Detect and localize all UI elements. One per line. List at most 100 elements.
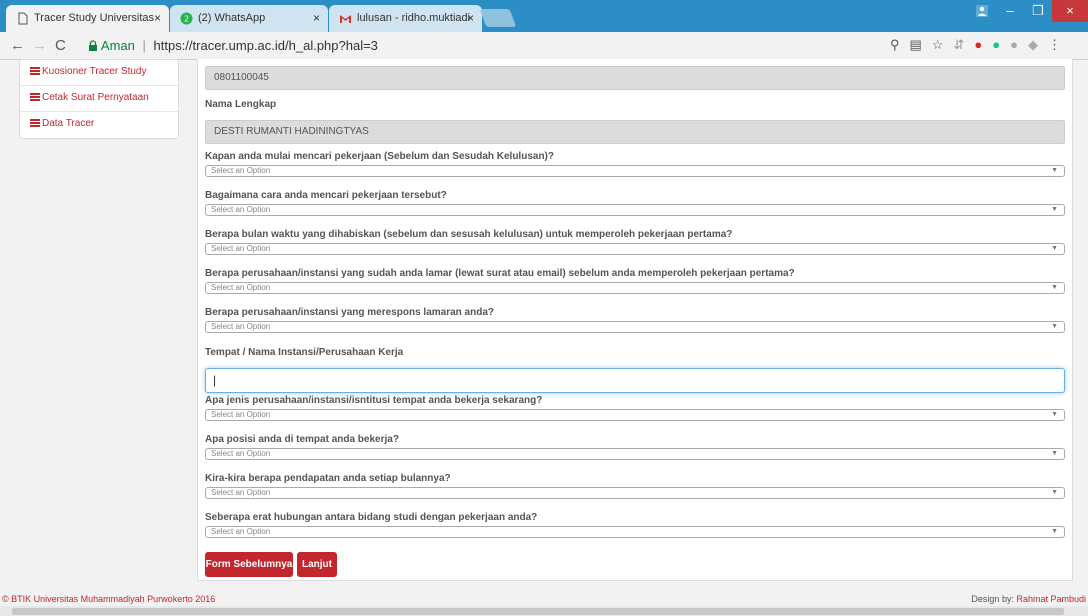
dropdown-arrow-icon: ▼ [1051, 245, 1058, 252]
secure-label: Aman [100, 38, 135, 53]
question-label: Berapa bulan waktu yang dihabiskan (sebe… [205, 229, 733, 240]
select-field[interactable]: Select an Option ▼ [205, 204, 1065, 216]
extension-icon[interactable]: ⇵ [953, 37, 964, 53]
tab-tracer-study[interactable]: Tracer Study Universitas × [6, 5, 169, 32]
scrollbar-thumb[interactable] [12, 608, 1064, 615]
dropdown-arrow-icon: ▼ [1051, 489, 1058, 496]
menu-bars-icon [30, 93, 40, 101]
tempat-input[interactable]: | [205, 368, 1065, 393]
select-placeholder: Select an Option [211, 527, 271, 536]
menu-bars-icon [30, 67, 40, 75]
zoom-icon[interactable]: ⚲ [890, 37, 900, 53]
url-text: https://tracer.ump.ac.id/h_al.php?hal=3 [153, 38, 378, 53]
extension-icons: ⚲ ▤ ☆ ⇵ ● ● ● ◆ ⋮ [890, 37, 1061, 53]
footer-credit: Design by: Rahmat Pambudi [971, 594, 1086, 604]
tab-label: lulusan - ridho.muktiadi [357, 12, 471, 24]
dropdown-arrow-icon: ▼ [1051, 450, 1058, 457]
bookmark-star-icon[interactable]: ☆ [932, 37, 944, 53]
shield-icon[interactable]: ◆ [1028, 37, 1038, 53]
translate-icon[interactable]: ▤ [910, 37, 922, 53]
tab-label: (2) WhatsApp [198, 12, 266, 24]
sidebar-item-cetak-surat[interactable]: Cetak Surat Pernyataan [20, 86, 178, 112]
close-tab-icon[interactable]: × [313, 5, 320, 32]
select-field[interactable]: Select an Option ▼ [205, 321, 1065, 333]
profile-icon[interactable] [968, 0, 996, 22]
select-field[interactable]: Select an Option ▼ [205, 448, 1065, 460]
question-label: Kapan anda mulai mencari pekerjaan (Sebe… [205, 151, 554, 162]
question-label: Apa posisi anda di tempat anda bekerja? [205, 434, 399, 445]
select-field[interactable]: Select an Option ▼ [205, 409, 1065, 421]
select-placeholder: Select an Option [211, 410, 271, 419]
footer-credit-prefix: Design by: [971, 594, 1017, 604]
close-tab-icon[interactable]: × [154, 5, 161, 32]
dropdown-arrow-icon: ▼ [1051, 323, 1058, 330]
horizontal-scrollbar[interactable] [0, 606, 1088, 616]
page-content: Kuosioner Tracer Study Cetak Surat Perny… [0, 59, 1088, 616]
nama-group: Nama Lengkap DESTI RUMANTI HADININGTYAS [205, 99, 1065, 144]
dropdown-arrow-icon: ▼ [1051, 284, 1058, 291]
tab-label: Tracer Study Universitas [34, 12, 155, 24]
gmail-icon [340, 15, 351, 23]
select-placeholder: Select an Option [211, 283, 271, 292]
question-label: Apa jenis perusahaan/instansi/isntitusi … [205, 395, 543, 406]
sidebar-item-kuosioner[interactable]: Kuosioner Tracer Study [20, 60, 178, 86]
select-placeholder: Select an Option [211, 244, 271, 253]
question-group: Kapan anda mulai mencari pekerjaan (Sebe… [205, 151, 1065, 177]
select-placeholder: Select an Option [211, 322, 271, 331]
previous-form-button[interactable]: Form Sebelumnya [205, 552, 293, 577]
select-placeholder: Select an Option [211, 205, 271, 214]
question-group: Kira-kira berapa pendapatan anda setiap … [205, 473, 1065, 499]
sidebar-item-data-tracer[interactable]: Data Tracer [20, 112, 178, 138]
close-tab-icon[interactable]: × [467, 5, 474, 32]
menu-icon[interactable]: ⋮ [1048, 37, 1061, 53]
address-bar[interactable]: Aman | https://tracer.ump.ac.id/h_al.php… [80, 35, 910, 57]
back-icon[interactable]: ← [10, 37, 25, 54]
nim-group: 0801100045 [205, 66, 1065, 90]
tab-whatsapp[interactable]: 2 (2) WhatsApp × [170, 5, 328, 32]
select-field[interactable]: Select an Option ▼ [205, 165, 1065, 177]
page-icon [18, 12, 28, 25]
sidebar-item-label: Data Tracer [42, 118, 95, 129]
address-separator: | [142, 38, 146, 53]
question-group: Apa posisi anda di tempat anda bekerja? … [205, 434, 1065, 460]
next-button[interactable]: Lanjut [297, 552, 337, 577]
question-label: Bagaimana cara anda mencari pekerjaan te… [205, 190, 447, 201]
new-tab-button[interactable] [479, 9, 517, 27]
footer-copyright: © BTIK Universitas Muhammadiyah Purwoker… [2, 594, 216, 604]
globe-icon[interactable]: ● [1010, 37, 1018, 53]
question-group: Berapa perusahaan/instansi yang merespon… [205, 307, 1065, 333]
svg-text:2: 2 [184, 15, 189, 24]
footer-credit-link[interactable]: Rahmat Pambudi [1016, 594, 1086, 604]
select-field[interactable]: Select an Option ▼ [205, 282, 1065, 294]
dropdown-arrow-icon: ▼ [1051, 167, 1058, 174]
select-placeholder: Select an Option [211, 488, 271, 497]
text-cursor: | [213, 373, 217, 387]
browser-toolbar: ← → C Aman | https://tracer.ump.ac.id/h_… [0, 32, 1088, 60]
forward-icon[interactable]: → [32, 37, 47, 54]
tab-gmail[interactable]: lulusan - ridho.muktiadi × [329, 5, 482, 32]
browser-titlebar: Tracer Study Universitas × 2 (2) WhatsAp… [0, 0, 1088, 32]
select-field[interactable]: Select an Option ▼ [205, 243, 1065, 255]
question-group: Berapa bulan waktu yang dihabiskan (sebe… [205, 229, 1065, 255]
reload-icon[interactable]: C [55, 37, 66, 54]
opera-icon[interactable]: ● [974, 37, 982, 53]
tempat-label: Tempat / Nama Instansi/Perusahaan Kerja [205, 347, 404, 358]
menu-bars-icon [30, 119, 40, 127]
minimize-button[interactable]: – [996, 0, 1024, 22]
close-window-button[interactable]: × [1052, 0, 1088, 22]
form-panel: 0801100045 Nama Lengkap DESTI RUMANTI HA… [197, 59, 1073, 581]
whatsapp-icon: 2 [180, 12, 193, 25]
dropdown-arrow-icon: ▼ [1051, 528, 1058, 535]
question-group: Bagaimana cara anda mencari pekerjaan te… [205, 190, 1065, 216]
nama-label: Nama Lengkap [205, 99, 277, 110]
grammarly-icon[interactable]: ● [992, 37, 1000, 53]
question-label: Seberapa erat hubungan antara bidang stu… [205, 512, 538, 523]
nama-field: DESTI RUMANTI HADININGTYAS [205, 120, 1065, 144]
maximize-button[interactable]: ❐ [1024, 0, 1052, 22]
select-field[interactable]: Select an Option ▼ [205, 487, 1065, 499]
select-field[interactable]: Select an Option ▼ [205, 526, 1065, 538]
sidebar-item-label: Kuosioner Tracer Study [42, 66, 147, 77]
lock-icon [89, 40, 97, 51]
tempat-group: Tempat / Nama Instansi/Perusahaan Kerja … [205, 347, 1065, 393]
dropdown-arrow-icon: ▼ [1051, 206, 1058, 213]
